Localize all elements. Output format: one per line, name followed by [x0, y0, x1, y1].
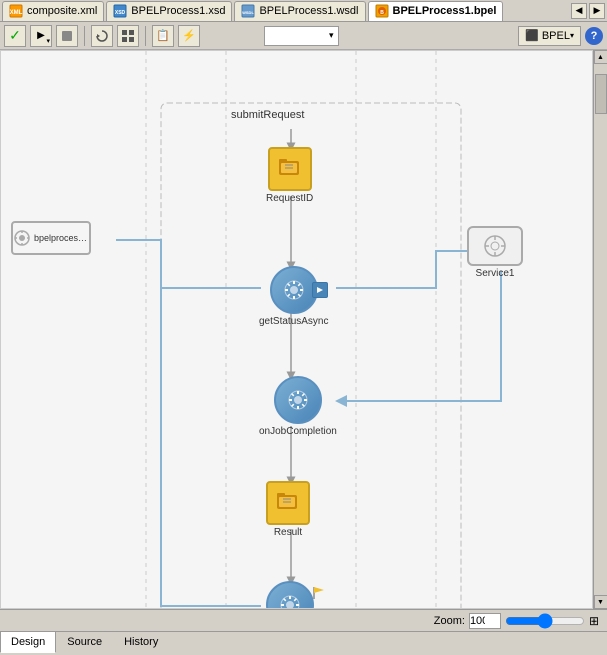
result-folder-icon: [277, 490, 299, 512]
zoom-input[interactable]: [469, 613, 501, 629]
indicator-icon: [315, 285, 325, 295]
tab-xsd[interactable]: XSD BPELProcess1.xsd: [106, 1, 232, 21]
xsd-icon: XSD: [113, 4, 127, 18]
help-btn[interactable]: ?: [585, 27, 603, 45]
node-request-id[interactable]: RequestID: [266, 147, 313, 204]
bottom-tab-history[interactable]: History: [113, 632, 169, 653]
service-icon: [480, 232, 510, 260]
copy-btn[interactable]: 📋: [152, 25, 174, 47]
sep1: [84, 26, 85, 46]
node-submit-request: submitRequest: [231, 109, 304, 121]
request-id-shape: [268, 147, 312, 191]
partner-shape: bpelprocess1_cli...: [11, 221, 91, 255]
assign-icon: [279, 156, 301, 183]
toolbar: ✓ ▶ ▾ 📋 ⚡ ▾ ⬛ BPEL▾ ?: [0, 22, 607, 50]
tab-bar: XML composite.xml XSD BPELProcess1.xsd W…: [0, 0, 607, 22]
refresh-icon: [95, 29, 109, 43]
on-job-shape: [274, 376, 322, 424]
gear-partner-icon: [13, 229, 30, 247]
stop-btn[interactable]: [56, 25, 78, 47]
xml-icon: XML: [9, 4, 23, 18]
tab-next-btn[interactable]: ▶: [589, 3, 605, 19]
service1-shape: [467, 226, 523, 266]
tab-xsd-label: BPELProcess1.xsd: [131, 5, 225, 17]
svg-text:WSDL: WSDL: [243, 10, 255, 15]
scroll-down-btn[interactable]: ▼: [594, 595, 607, 609]
callback-flag: [312, 585, 328, 604]
wsdl-icon: WSDL: [241, 4, 255, 18]
flag-icon: [312, 585, 328, 601]
service1-label: Service1: [476, 268, 515, 279]
submit-request-label: submitRequest: [231, 109, 304, 121]
svg-text:B: B: [380, 10, 384, 16]
tab-composite[interactable]: XML composite.xml: [2, 1, 104, 21]
result-label: Result: [274, 527, 302, 538]
gear-callback-icon: [278, 593, 302, 609]
tab-bpel[interactable]: B BPELProcess1.bpel: [368, 1, 504, 21]
node-partner-link[interactable]: bpelprocess1_cli...: [11, 221, 91, 255]
request-id-label: RequestID: [266, 193, 313, 204]
tab-prev-btn[interactable]: ◀: [571, 3, 587, 19]
zoom-slider[interactable]: [505, 614, 585, 628]
node-service1[interactable]: Service1: [467, 226, 523, 279]
node-callback[interactable]: callbackClient: [259, 581, 321, 609]
gear-blue-icon: [282, 278, 306, 302]
scroll-track[interactable]: [595, 64, 607, 595]
tab-wsdl-label: BPELProcess1.wsdl: [259, 5, 358, 17]
settings-btn[interactable]: ⚡: [178, 25, 200, 47]
node-result[interactable]: Result: [266, 481, 310, 538]
gear-blue2-icon: [286, 388, 310, 412]
get-status-shape: [270, 266, 318, 314]
scroll-up-btn[interactable]: ▲: [594, 50, 607, 64]
bottom-tab-design[interactable]: Design: [0, 632, 56, 653]
tab-navigation: ◀ ▶: [571, 3, 605, 19]
run-btn[interactable]: ▶ ▾: [30, 25, 52, 47]
bpel-canvas[interactable]: submitRequest RequestID: [0, 50, 593, 609]
scroll-thumb[interactable]: [595, 74, 607, 114]
tab-bpel-label: BPELProcess1.bpel: [393, 5, 497, 17]
bpel-dropdown[interactable]: ⬛ BPEL▾: [518, 26, 581, 46]
stop-icon: [61, 30, 73, 42]
partner-label: bpelprocess1_cli...: [34, 233, 89, 243]
zoom-fit-btn[interactable]: ⊞: [589, 614, 599, 628]
tab-composite-label: composite.xml: [27, 5, 97, 17]
bpel-icon: B: [375, 4, 389, 18]
layout-icon: [121, 29, 135, 43]
result-assign-icon: [277, 490, 299, 517]
refresh-btn[interactable]: [91, 25, 113, 47]
sep2: [145, 26, 146, 46]
save-btn[interactable]: ✓: [4, 25, 26, 47]
get-status-label: getStatusAsync: [259, 316, 328, 327]
node-get-status[interactable]: getStatusAsync: [259, 266, 328, 327]
callback-shape: [266, 581, 314, 609]
status-bar: Zoom: ⊞: [0, 609, 607, 631]
search-input[interactable]: [269, 30, 329, 42]
on-job-label: onJobCompletion: [259, 426, 337, 437]
bottom-tab-design-label: Design: [11, 636, 45, 648]
svg-text:XML: XML: [10, 10, 23, 16]
result-shape: [266, 481, 310, 525]
node-on-job[interactable]: onJobCompletion: [259, 376, 337, 437]
bottom-tab-source-label: Source: [67, 636, 102, 648]
main-area: submitRequest RequestID: [0, 50, 607, 609]
vertical-scrollbar[interactable]: ▲ ▼: [593, 50, 607, 609]
get-status-indicator: [312, 282, 328, 298]
bottom-tab-bar: Design Source History: [0, 631, 607, 653]
zoom-control: Zoom: ⊞: [434, 613, 599, 629]
toolbar-right: ⬛ BPEL▾ ?: [518, 26, 603, 46]
folder-icon: [279, 156, 301, 178]
bottom-tab-source[interactable]: Source: [56, 632, 113, 653]
layout-btn[interactable]: [117, 25, 139, 47]
zoom-label: Zoom:: [434, 615, 465, 627]
svg-text:XSD: XSD: [115, 10, 126, 16]
tab-wsdl[interactable]: WSDL BPELProcess1.wsdl: [234, 1, 365, 21]
search-dropdown-btn[interactable]: ▾: [329, 30, 334, 41]
bottom-tab-history-label: History: [124, 636, 158, 648]
